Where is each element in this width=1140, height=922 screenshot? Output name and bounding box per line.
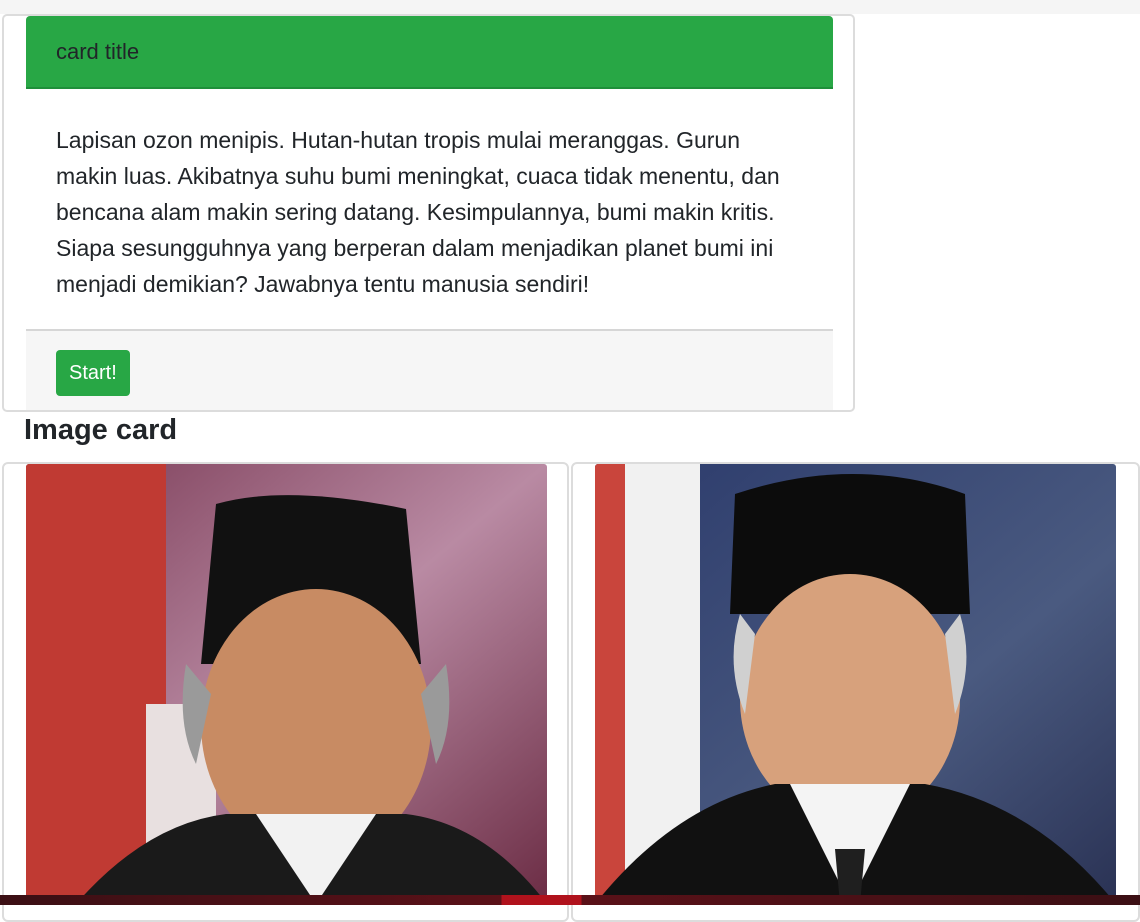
card-header: card title	[26, 16, 833, 89]
image-card	[2, 462, 569, 922]
portrait-image	[26, 464, 547, 904]
top-bar	[0, 0, 1140, 14]
card-body-text: Lapisan ozon menipis. Hutan-hutan tropis…	[56, 127, 780, 297]
start-button[interactable]: Start!	[56, 350, 130, 396]
section-title: Image card	[24, 414, 178, 446]
card-title: card title	[56, 38, 140, 64]
card-footer: Start!	[26, 329, 833, 410]
image-card	[571, 462, 1140, 922]
bottom-bar	[0, 895, 1140, 905]
text-card: card title Lapisan ozon menipis. Hutan-h…	[2, 14, 855, 412]
portrait-image	[595, 464, 1116, 904]
